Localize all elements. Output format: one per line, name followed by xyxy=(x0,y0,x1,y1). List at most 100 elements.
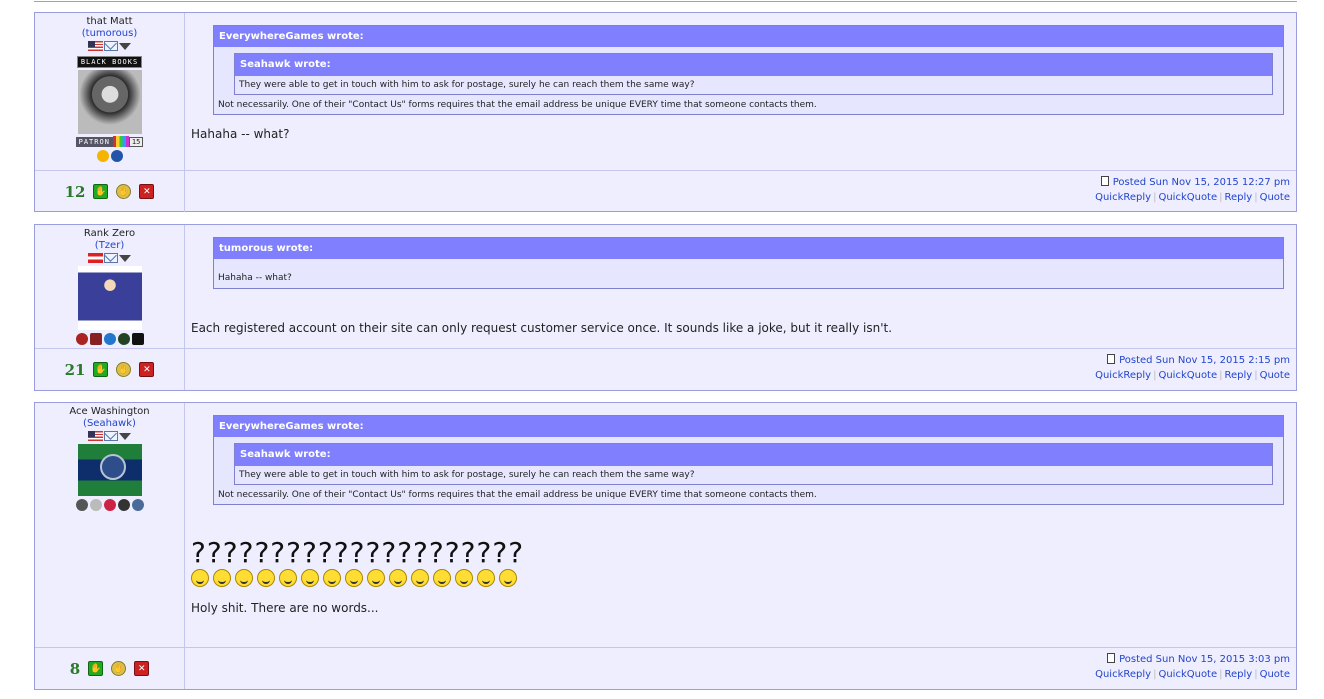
email-icon[interactable] xyxy=(104,41,118,51)
reply-link[interactable]: Reply xyxy=(1225,192,1253,203)
award-icon xyxy=(89,333,102,345)
award-icon xyxy=(110,150,123,162)
laughing-smiley-icon xyxy=(499,569,517,587)
laughing-smiley-icon xyxy=(411,569,429,587)
post-message: Hahaha -- what? xyxy=(191,127,290,141)
award-icon xyxy=(117,499,130,511)
user-info: that Matt (tumorous) BLACK BOOKS PATRON … xyxy=(35,13,185,170)
email-icon[interactable] xyxy=(104,253,118,263)
post-message: Holy shit. There are no words... xyxy=(191,601,379,615)
avatar xyxy=(77,266,142,330)
quote-author: EverywhereGames wrote: xyxy=(214,416,1283,437)
neutral-vote-icon[interactable]: ✋ xyxy=(111,661,127,676)
patron-bars-icon xyxy=(112,136,129,147)
thumbs-up-icon[interactable]: ✋ xyxy=(93,362,109,377)
nested-quote-author: Seahawk wrote: xyxy=(235,54,1272,76)
score: 8 xyxy=(69,659,81,678)
us-flag-icon xyxy=(88,431,103,441)
post-link-icon[interactable] xyxy=(1100,176,1109,186)
thumbs-down-icon[interactable]: ✕ xyxy=(134,661,150,676)
award-icon xyxy=(75,499,88,511)
patron-badge: PATRON 15 xyxy=(35,136,184,147)
laughing-smiley-icon xyxy=(235,569,253,587)
thumbs-down-icon[interactable]: ✕ xyxy=(139,184,155,199)
patron-number: 15 xyxy=(128,136,144,147)
post-body: tumorous wrote: Hahaha -- what? Each reg… xyxy=(185,225,1296,348)
nested-quote-text: They were able to get in touch with him … xyxy=(239,470,695,480)
quote-block: EverywhereGames wrote: Seahawk wrote: Th… xyxy=(213,415,1284,505)
quote-link[interactable]: Quote xyxy=(1260,669,1290,680)
laughing-smiley-icon xyxy=(279,569,297,587)
quote-text: Not necessarily. One of their "Contact U… xyxy=(218,100,817,110)
thumbs-up-icon[interactable]: ✋ xyxy=(88,661,104,676)
user-info: Ace Washington (Seahawk) xyxy=(35,403,185,647)
post-body: EverywhereGames wrote: Seahawk wrote: Th… xyxy=(185,403,1296,647)
rating-box: 21 ✋ ✋ ✕ xyxy=(35,349,185,390)
reply-link[interactable]: Reply xyxy=(1225,669,1253,680)
laughing-smiley-icon xyxy=(389,569,407,587)
user-title: Ace Washington xyxy=(69,406,150,417)
nested-quote-text: They were able to get in touch with him … xyxy=(239,80,695,90)
award-icon xyxy=(96,150,109,162)
award-icon xyxy=(75,333,88,345)
score: 12 xyxy=(64,182,86,201)
laughing-smiley-icon xyxy=(345,569,363,587)
reply-link[interactable]: Reply xyxy=(1225,370,1253,381)
laughing-smiley-icon xyxy=(455,569,473,587)
post-message: Each registered account on their site ca… xyxy=(191,321,893,335)
austria-flag-icon xyxy=(88,253,103,263)
nested-quote: Seahawk wrote: They were able to get in … xyxy=(234,443,1273,485)
thumbs-down-icon[interactable]: ✕ xyxy=(139,362,155,377)
avatar xyxy=(77,70,142,134)
quickquote-link[interactable]: QuickQuote xyxy=(1158,192,1217,203)
nested-quote: Seahawk wrote: They were able to get in … xyxy=(234,53,1273,95)
quote-author: EverywhereGames wrote: xyxy=(214,26,1283,47)
posted-date: Posted Sun Nov 15, 2015 3:03 pm xyxy=(1119,654,1290,665)
rating-box: 12 ✋ ✋ ✕ xyxy=(35,171,185,212)
laughing-smiley-icon xyxy=(213,569,231,587)
laughing-smiley-icon xyxy=(367,569,385,587)
rating-box: 8 ✋ ✋ ✕ xyxy=(35,648,185,689)
black-books-badge: BLACK BOOKS xyxy=(76,56,143,68)
quote-text: Hahaha -- what? xyxy=(218,273,292,283)
dropdown-arrow-icon[interactable] xyxy=(119,43,131,50)
question-marks: ????????????????????? xyxy=(191,536,525,569)
forum-post: Ace Washington (Seahawk) EverywhereGames… xyxy=(34,402,1297,690)
post-link-icon[interactable] xyxy=(1107,653,1116,663)
forum-post: that Matt (tumorous) BLACK BOOKS PATRON … xyxy=(34,12,1297,212)
score: 21 xyxy=(64,360,86,379)
quote-text: Not necessarily. One of their "Contact U… xyxy=(218,490,817,500)
patron-label: PATRON xyxy=(75,136,113,147)
laughing-smiley-icon xyxy=(477,569,495,587)
avatar xyxy=(77,444,142,496)
award-icon xyxy=(103,499,116,511)
previous-post-edge xyxy=(34,0,1297,2)
laughing-smiley-icon xyxy=(301,569,319,587)
quote-author: tumorous wrote: xyxy=(214,238,1283,259)
quickquote-link[interactable]: QuickQuote xyxy=(1158,370,1217,381)
quickreply-link[interactable]: QuickReply xyxy=(1095,370,1151,381)
dropdown-arrow-icon[interactable] xyxy=(119,433,131,440)
quickreply-link[interactable]: QuickReply xyxy=(1095,192,1151,203)
quote-block: EverywhereGames wrote: Seahawk wrote: Th… xyxy=(213,25,1284,115)
quickquote-link[interactable]: QuickQuote xyxy=(1158,669,1217,680)
award-icon xyxy=(131,499,144,511)
dropdown-arrow-icon[interactable] xyxy=(119,255,131,262)
quote-link[interactable]: Quote xyxy=(1260,192,1290,203)
laughing-smiley-icon xyxy=(191,569,209,587)
forum-post: Rank Zero (Tzer) tumorous wrote: Hahaha … xyxy=(34,224,1297,391)
quickreply-link[interactable]: QuickReply xyxy=(1095,669,1151,680)
posted-date: Posted Sun Nov 15, 2015 2:15 pm xyxy=(1119,355,1290,366)
laughing-smiley-icon xyxy=(323,569,341,587)
neutral-vote-icon[interactable]: ✋ xyxy=(116,362,132,377)
post-link-icon[interactable] xyxy=(1107,354,1116,364)
award-icon xyxy=(131,333,144,345)
quote-block: tumorous wrote: Hahaha -- what? xyxy=(213,237,1284,289)
nested-quote-author: Seahawk wrote: xyxy=(235,444,1272,466)
email-icon[interactable] xyxy=(104,431,118,441)
neutral-vote-icon[interactable]: ✋ xyxy=(116,184,132,199)
laughing-smiley-icon xyxy=(257,569,275,587)
smiley-row xyxy=(191,569,1284,587)
thumbs-up-icon[interactable]: ✋ xyxy=(93,184,109,199)
quote-link[interactable]: Quote xyxy=(1260,370,1290,381)
